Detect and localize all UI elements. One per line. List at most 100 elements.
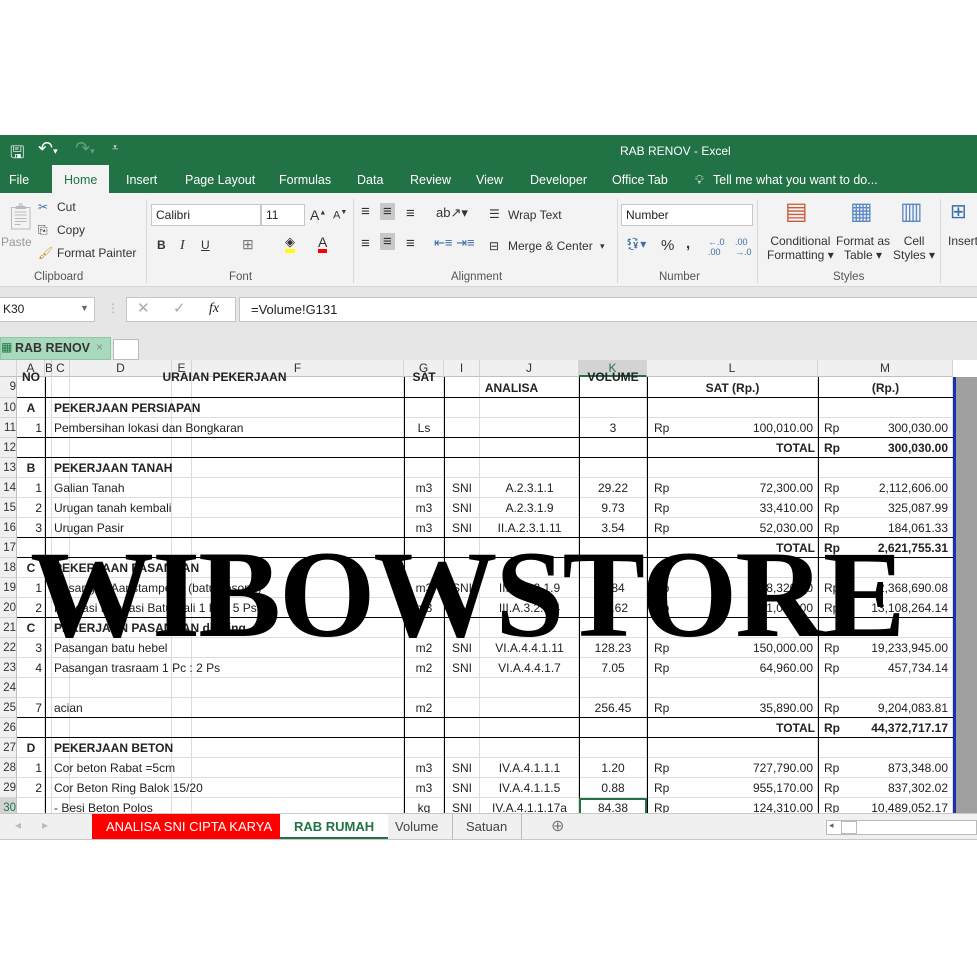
row-header-21[interactable]: 21 <box>0 618 17 638</box>
merge-dropdown-icon[interactable]: ▾ <box>600 241 605 252</box>
format-painter-button[interactable]: Format Painter <box>57 246 136 260</box>
cell-volume[interactable]: 12.62 <box>579 598 647 618</box>
tell-me-search[interactable]: Tell me what you want to do... <box>713 165 878 193</box>
row-header-22[interactable]: 22 <box>0 638 17 658</box>
row-header-15[interactable]: 15 <box>0 498 17 518</box>
align-right-icon[interactable]: ≡ <box>406 235 415 252</box>
tab-review[interactable]: Review <box>410 165 451 193</box>
row-header-24[interactable]: 24 <box>0 678 17 698</box>
sheet-tab-volume[interactable]: Volume <box>381 814 454 839</box>
font-size-select[interactable]: 11 <box>261 204 305 226</box>
redo-icon[interactable]: ↷▾ <box>75 138 95 159</box>
formula-input[interactable]: =Volume!G131 <box>239 297 977 322</box>
tab-page-layout[interactable]: Page Layout <box>185 165 255 193</box>
sheet-tab-rab-rumah[interactable]: RAB RUMAH <box>280 814 389 839</box>
row-header-10[interactable]: 10 <box>0 398 17 418</box>
underline-button[interactable]: U <box>201 238 210 252</box>
row-header-27[interactable]: 27 <box>0 738 17 758</box>
sheet-tab-satuan[interactable]: Satuan <box>452 814 523 839</box>
percent-button[interactable]: % <box>661 237 674 254</box>
add-sheet-icon[interactable]: ⊕ <box>551 816 564 836</box>
row-header-20[interactable]: 20 <box>0 598 17 618</box>
cell-volume[interactable]: 256.45 <box>579 698 647 718</box>
decrease-decimal-icon[interactable]: .00 →.0 <box>735 237 752 257</box>
cell-styles-button[interactable]: Cell Styles ▾ <box>893 234 935 262</box>
format-as-table-button[interactable]: Format as Table ▾ <box>836 234 890 262</box>
increase-font-icon[interactable]: A▲ <box>310 207 326 223</box>
scrollbar-thumb[interactable] <box>841 821 857 834</box>
name-box-dropdown-icon[interactable]: ▼ <box>80 303 89 313</box>
row-header-14[interactable]: 14 <box>0 478 17 498</box>
tab-file[interactable]: File <box>9 165 29 193</box>
tab-home[interactable]: Home <box>52 165 110 193</box>
row-header-11[interactable]: 11 <box>0 418 17 438</box>
column-header-m[interactable]: M <box>818 360 953 377</box>
customize-qat-icon[interactable]: ⩡ <box>112 142 118 155</box>
align-left-icon[interactable]: ≡ <box>361 235 370 252</box>
spreadsheet-grid[interactable]: A B C D E F G I J K L M 9 10 11 12 13 14 15 16 17 18 19 20 21 22 2… <box>0 360 977 813</box>
cut-button[interactable]: Cut <box>57 200 76 214</box>
select-all-corner[interactable] <box>0 360 17 377</box>
cell-volume[interactable]: 9.73 <box>579 498 647 518</box>
fill-color-icon[interactable]: ◈ <box>285 235 295 253</box>
increase-decimal-icon[interactable]: ←.0.00 <box>708 237 725 257</box>
doc-tab-rab-renov[interactable]: ▦ RAB RENOV × <box>0 337 111 360</box>
row-header-29[interactable]: 29 <box>0 778 17 798</box>
tab-formulas[interactable]: Formulas <box>279 165 331 193</box>
merge-center-button[interactable]: Merge & Center <box>508 239 593 253</box>
align-middle-icon[interactable]: ≡ <box>380 203 395 220</box>
row-header-28[interactable]: 28 <box>0 758 17 778</box>
undo-icon[interactable]: ↶▾ <box>38 138 58 159</box>
row-header-26[interactable]: 26 <box>0 718 17 738</box>
comma-button[interactable]: , <box>686 235 690 252</box>
font-color-icon[interactable]: A <box>318 235 328 253</box>
row-header-16[interactable]: 16 <box>0 518 17 538</box>
italic-button[interactable]: I <box>180 238 185 254</box>
row-header-18[interactable]: 18 <box>0 558 17 578</box>
paste-button[interactable]: Paste <box>1 235 32 249</box>
tab-developer[interactable]: Developer <box>530 165 587 193</box>
align-top-icon[interactable]: ≡ <box>361 203 370 220</box>
conditional-formatting-button[interactable]: Conditional Formatting ▾ <box>767 234 834 262</box>
cell-volume[interactable]: 3.54 <box>579 518 647 538</box>
enter-icon[interactable]: ✓ <box>173 299 186 319</box>
row-header-23[interactable]: 23 <box>0 658 17 678</box>
scroll-tabs-left-icon[interactable]: ◂ <box>15 818 21 832</box>
row-header-9[interactable]: 9 <box>0 377 17 398</box>
cell-volume[interactable]: 29.22 <box>579 478 647 498</box>
cell-volume[interactable]: 84.38 <box>579 798 647 813</box>
align-center-icon[interactable]: ≡ <box>380 233 395 250</box>
indent-icons[interactable]: ⇤≡ ⇥≡ <box>434 235 475 251</box>
copy-button[interactable]: Copy <box>57 223 85 237</box>
row-header-19[interactable]: 19 <box>0 578 17 598</box>
tab-insert[interactable]: Insert <box>126 165 157 193</box>
tab-view[interactable]: View <box>476 165 503 193</box>
cell-volume[interactable]: 7.05 <box>579 658 647 678</box>
column-header-l[interactable]: L <box>647 360 818 377</box>
scroll-tabs-right-icon[interactable]: ▸ <box>42 818 48 832</box>
bold-button[interactable]: B <box>157 238 166 252</box>
row-header-12[interactable]: 12 <box>0 438 17 458</box>
cell-volume[interactable]: 3 <box>579 418 647 438</box>
close-tab-icon[interactable]: × <box>96 340 103 354</box>
tab-office-tab[interactable]: Office Tab <box>612 165 668 193</box>
scroll-left-icon[interactable]: ◂ <box>829 820 834 831</box>
borders-icon[interactable]: ⊞ <box>242 236 254 253</box>
orientation-icon[interactable]: ab↗▾ <box>436 205 468 221</box>
sheet-tab-analisa[interactable]: ANALISA SNI CIPTA KARYA <box>92 814 287 839</box>
decrease-font-icon[interactable]: A▼ <box>333 209 347 222</box>
insert-function-button[interactable]: fx <box>209 299 219 319</box>
align-bottom-icon[interactable]: ≡ <box>406 205 415 222</box>
row-header-17[interactable]: 17 <box>0 538 17 558</box>
cell-volume[interactable]: 8.84 <box>579 578 647 598</box>
cell-volume[interactable]: 0.88 <box>579 778 647 798</box>
font-name-select[interactable]: Calibri <box>151 204 261 226</box>
row-header-13[interactable]: 13 <box>0 458 17 478</box>
column-header-i[interactable]: I <box>444 360 480 377</box>
accounting-format-icon[interactable]: 💱︎▾ <box>625 237 646 251</box>
cancel-icon[interactable]: ✕ <box>137 299 150 319</box>
wrap-text-button[interactable]: Wrap Text <box>508 208 562 222</box>
row-header-30[interactable]: 30 <box>0 798 17 813</box>
tab-data[interactable]: Data <box>357 165 383 193</box>
horizontal-scrollbar[interactable]: ◂ <box>826 820 977 835</box>
